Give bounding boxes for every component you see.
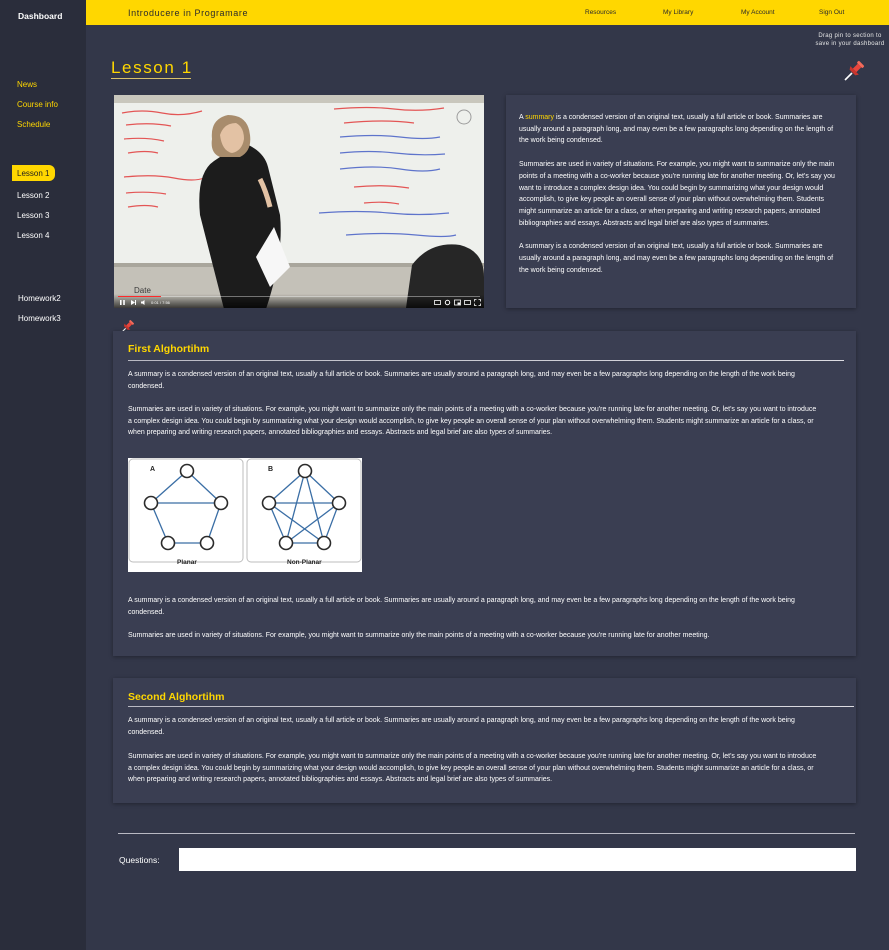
graph-illustration [128,458,362,563]
first-algorithm-paragraph-2: Summaries are used in variety of situati… [128,406,817,437]
summary-card: A summary is a condensed version of an o… [506,95,856,308]
video-progress-fill [118,295,162,297]
video-time: 0:01 / 7:56 [151,300,170,305]
nav-resources[interactable]: Resources [585,9,616,16]
planar-graph-diagram: A B Planar Non-Planar [128,458,362,572]
sidebar: Dashboard News Course info Schedule Less… [0,0,86,950]
lesson-title-underline [111,78,191,79]
theater-icon[interactable] [464,299,471,306]
captions-icon[interactable] [434,299,441,306]
first-algorithm-divider [128,360,844,361]
questions-label: Questions: [119,855,160,865]
top-bar: Introducere in Programare Resources My L… [86,0,889,25]
video-frame[interactable]: Date [114,95,484,308]
nav-my-library[interactable]: My Library [663,9,693,16]
summary-text: A summary is a condensed version of an o… [519,112,841,288]
video-controls: 0:01 / 7:56 [114,294,484,308]
dashboard-title[interactable]: Dashboard [18,11,62,21]
next-icon[interactable] [130,299,137,306]
second-algorithm-divider [128,706,854,707]
summary-link[interactable]: summary [525,114,554,121]
second-algorithm-title: Second Alghortihm [128,691,225,703]
lesson-title: Lesson 1 [111,58,193,77]
first-algorithm-paragraph-3: A summary is a condensed version of an o… [128,597,795,616]
sidebar-item-lesson-4[interactable]: Lesson 4 [17,231,49,240]
first-algorithm-title: First Alghortihm [128,343,210,355]
sidebar-item-homework3[interactable]: Homework3 [18,314,61,323]
video-player[interactable]: Date 0:01 / 7:56 [114,95,484,308]
second-algorithm-paragraph-2: Summaries are used in variety of situati… [128,753,817,784]
second-algorithm-paragraph-1: A summary is a condensed version of an o… [128,717,795,736]
sidebar-item-course-info[interactable]: Course info [17,100,58,109]
sidebar-item-schedule[interactable]: Schedule [17,120,50,129]
sidebar-item-homework2[interactable]: Homework2 [18,294,61,303]
sidebar-item-news[interactable]: News [17,80,37,89]
first-algorithm-paragraph-1: A summary is a condensed version of an o… [128,371,795,390]
pin-hint: Drag pin to section to save in your dash… [815,33,885,47]
questions-input[interactable] [179,848,856,871]
course-title: Introducere in Programare [128,8,249,18]
sidebar-item-lesson-3[interactable]: Lesson 3 [17,211,49,220]
first-algorithm-paragraph-4: Summaries are used in variety of situati… [128,632,710,639]
miniplayer-icon[interactable] [454,299,461,306]
summary-paragraph-3: A summary is a condensed version of an o… [519,243,834,274]
sidebar-item-lesson-2[interactable]: Lesson 2 [17,191,49,200]
video-progress-bar[interactable] [118,295,480,297]
graph-caption-non-planar: Non-Planar [287,559,322,566]
pushpin-icon[interactable] [841,58,867,84]
fullscreen-icon[interactable] [474,299,481,306]
play-pause-icon[interactable] [119,299,126,306]
summary-p1-body: is a condensed version of an original te… [519,114,834,145]
summary-paragraph-1: A summary is a condensed version of an o… [519,112,841,147]
settings-icon[interactable] [444,299,451,306]
questions-divider [118,833,855,834]
nav-my-account[interactable]: My Account [741,9,775,16]
sidebar-item-lesson-1[interactable]: Lesson 1 [12,165,55,181]
graph-label-a: A [150,466,156,473]
volume-icon[interactable] [140,299,147,306]
nav-sign-out[interactable]: Sign Out [819,9,844,16]
graph-label-b: B [268,466,274,473]
graph-caption-planar: Planar [177,559,197,566]
summary-paragraph-2: Summaries are used in variety of situati… [519,161,835,227]
